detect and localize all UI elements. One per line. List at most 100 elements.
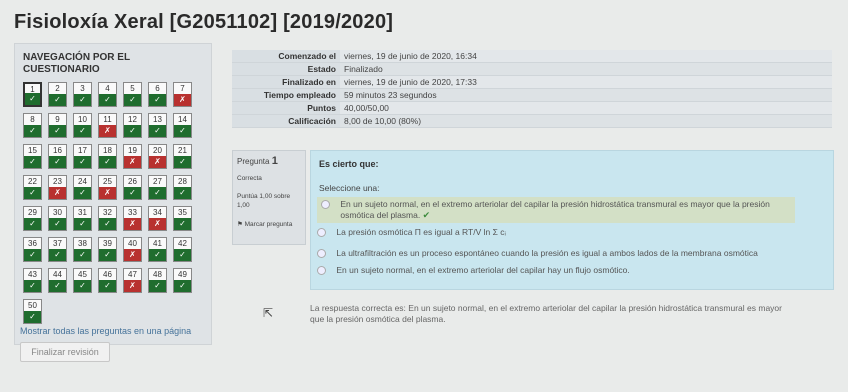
check-icon: ✓ bbox=[24, 125, 41, 137]
check-icon: ✓ bbox=[99, 94, 116, 106]
question-nav-button[interactable]: 18 ✓ bbox=[98, 144, 117, 169]
question-text: Es cierto que: bbox=[319, 159, 379, 169]
question-number: Pregunta 1 bbox=[237, 155, 301, 167]
question-nav-button[interactable]: 28 ✓ bbox=[173, 175, 192, 200]
radio-icon[interactable] bbox=[321, 200, 330, 210]
question-nav-button[interactable]: 22 ✓ bbox=[23, 175, 42, 200]
answer-option-1[interactable]: En un sujeto normal, en el extremo arter… bbox=[317, 197, 795, 223]
check-icon: ✓ bbox=[149, 249, 166, 261]
answer-option-4[interactable]: En un sujeto normal, en el extremo arter… bbox=[317, 265, 787, 276]
question-nav-button[interactable]: 7 ✗ bbox=[173, 82, 192, 107]
question-nav-button[interactable]: 3 ✓ bbox=[73, 82, 92, 107]
check-icon: ✓ bbox=[174, 156, 191, 168]
question-nav-button[interactable]: 27 ✓ bbox=[148, 175, 167, 200]
check-icon: ✓ bbox=[99, 218, 116, 230]
cross-icon: ✗ bbox=[99, 187, 116, 199]
question-grade: Puntúa 1,00 sobre 1,00 bbox=[237, 193, 291, 209]
question-nav-button[interactable]: 12 ✓ bbox=[123, 113, 142, 138]
check-icon: ✓ bbox=[149, 125, 166, 137]
flag-question-button[interactable]: ⚑ Marcar pregunta bbox=[237, 220, 301, 229]
nav-title: NAVEGACIÓN POR EL CUESTIONARIO bbox=[23, 52, 130, 75]
summary-row: Comenzado el viernes, 19 de junio de 2020… bbox=[232, 50, 832, 63]
question-nav-button[interactable]: 11 ✗ bbox=[98, 113, 117, 138]
question-nav-button[interactable]: 31 ✓ bbox=[73, 206, 92, 231]
flag-icon: ⚑ bbox=[237, 221, 243, 228]
check-icon: ✓ bbox=[24, 249, 41, 261]
check-icon: ✓ bbox=[49, 156, 66, 168]
summary-value: Finalizado bbox=[340, 62, 832, 76]
question-nav-button[interactable]: 35 ✓ bbox=[173, 206, 192, 231]
summary-row: Tiempo empleado 59 minutos 23 segundos bbox=[232, 88, 832, 102]
check-icon: ✓ bbox=[99, 280, 116, 292]
summary-row: Finalizado en viernes, 19 de junio de 202… bbox=[232, 75, 832, 89]
question-nav-button[interactable]: 6 ✓ bbox=[148, 82, 167, 107]
question-nav-button[interactable]: 21 ✓ bbox=[173, 144, 192, 169]
check-icon: ✓ bbox=[174, 218, 191, 230]
question-nav-button[interactable]: 23 ✗ bbox=[48, 175, 67, 200]
question-nav-button[interactable]: 4 ✓ bbox=[98, 82, 117, 107]
question-nav-button[interactable]: 39 ✓ bbox=[98, 237, 117, 262]
answer-text-2: La presión osmótica Π es igual a RT/V ln… bbox=[336, 227, 506, 237]
question-nav-button[interactable]: 34 ✗ bbox=[148, 206, 167, 231]
question-state: Correcta bbox=[237, 175, 262, 182]
question-nav-button[interactable]: 49 ✓ bbox=[173, 268, 192, 293]
radio-icon[interactable] bbox=[317, 249, 326, 259]
question-nav-button[interactable]: 48 ✓ bbox=[148, 268, 167, 293]
question-nav-button[interactable]: 43 ✓ bbox=[23, 268, 42, 293]
question-nav-button[interactable]: 2 ✓ bbox=[48, 82, 67, 107]
summary-row: Estado Finalizado bbox=[232, 62, 832, 76]
check-icon: ✓ bbox=[74, 94, 91, 106]
check-icon: ✓ bbox=[74, 125, 91, 137]
check-icon: ✓ bbox=[24, 156, 41, 168]
question-nav-button[interactable]: 29 ✓ bbox=[23, 206, 42, 231]
question-nav-button[interactable]: 45 ✓ bbox=[73, 268, 92, 293]
attempt-summary-table: Comenzado el viernes, 19 de junio de 2020… bbox=[232, 50, 832, 128]
radio-icon[interactable] bbox=[317, 266, 326, 276]
question-nav-button[interactable]: 24 ✓ bbox=[73, 175, 92, 200]
answer-option-2[interactable]: La presión osmótica Π es igual a RT/V ln… bbox=[317, 227, 787, 238]
question-nav-button[interactable]: 33 ✗ bbox=[123, 206, 142, 231]
question-nav-button[interactable]: 42 ✓ bbox=[173, 237, 192, 262]
question-nav-button[interactable]: 40 ✗ bbox=[123, 237, 142, 262]
question-nav-button[interactable]: 44 ✓ bbox=[48, 268, 67, 293]
question-nav-button[interactable]: 13 ✓ bbox=[148, 113, 167, 138]
question-nav-button[interactable]: 1 ✓ bbox=[23, 82, 42, 107]
cross-icon: ✗ bbox=[174, 94, 191, 106]
check-icon: ✓ bbox=[99, 156, 116, 168]
cross-icon: ✗ bbox=[149, 218, 166, 230]
question-nav-button[interactable]: 5 ✓ bbox=[123, 82, 142, 107]
question-nav-button[interactable]: 16 ✓ bbox=[48, 144, 67, 169]
question-nav-button[interactable]: 19 ✗ bbox=[123, 144, 142, 169]
radio-icon[interactable] bbox=[317, 228, 326, 238]
question-nav-button[interactable]: 38 ✓ bbox=[73, 237, 92, 262]
question-nav-button[interactable]: 50 ✓ bbox=[23, 299, 42, 324]
question-nav-button[interactable]: 17 ✓ bbox=[73, 144, 92, 169]
show-all-questions-link[interactable]: Mostrar todas las preguntas en una págin… bbox=[20, 326, 191, 336]
question-nav-button[interactable]: 37 ✓ bbox=[48, 237, 67, 262]
check-icon: ✓ bbox=[24, 218, 41, 230]
question-nav-button[interactable]: 8 ✓ bbox=[23, 113, 42, 138]
mouse-cursor-icon: ⇱ bbox=[263, 306, 274, 320]
finish-review-button[interactable]: Finalizar revisión bbox=[20, 342, 110, 362]
quiz-navigation-block: NAVEGACIÓN POR EL CUESTIONARIO 1 ✓ 2 ✓ 3 ✓ 4 ✓ 5… bbox=[14, 43, 212, 345]
cross-icon: ✗ bbox=[124, 280, 141, 292]
summary-row: Puntos 40,00/50,00 bbox=[232, 101, 832, 115]
question-nav-button[interactable]: 10 ✓ bbox=[73, 113, 92, 138]
question-nav-button[interactable]: 25 ✗ bbox=[98, 175, 117, 200]
question-nav-button[interactable]: 36 ✓ bbox=[23, 237, 42, 262]
question-nav-button[interactable]: 15 ✓ bbox=[23, 144, 42, 169]
correct-answer-feedback: La respuesta correcta es: En un sujeto n… bbox=[310, 303, 782, 324]
question-nav-button[interactable]: 41 ✓ bbox=[148, 237, 167, 262]
check-icon: ✓ bbox=[49, 249, 66, 261]
question-nav-button[interactable]: 14 ✓ bbox=[173, 113, 192, 138]
question-nav-button[interactable]: 46 ✓ bbox=[98, 268, 117, 293]
answer-text-1: En un sujeto normal, en el extremo arter… bbox=[340, 199, 770, 220]
question-content: Es cierto que: Seleccione una: En un suj… bbox=[310, 150, 834, 290]
answer-option-3[interactable]: La ultrafiltración es un proceso espontá… bbox=[317, 248, 787, 259]
question-nav-button[interactable]: 9 ✓ bbox=[48, 113, 67, 138]
question-nav-button[interactable]: 30 ✓ bbox=[48, 206, 67, 231]
question-nav-button[interactable]: 32 ✓ bbox=[98, 206, 117, 231]
question-nav-button[interactable]: 20 ✗ bbox=[148, 144, 167, 169]
question-nav-button[interactable]: 26 ✓ bbox=[123, 175, 142, 200]
question-nav-button[interactable]: 47 ✗ bbox=[123, 268, 142, 293]
